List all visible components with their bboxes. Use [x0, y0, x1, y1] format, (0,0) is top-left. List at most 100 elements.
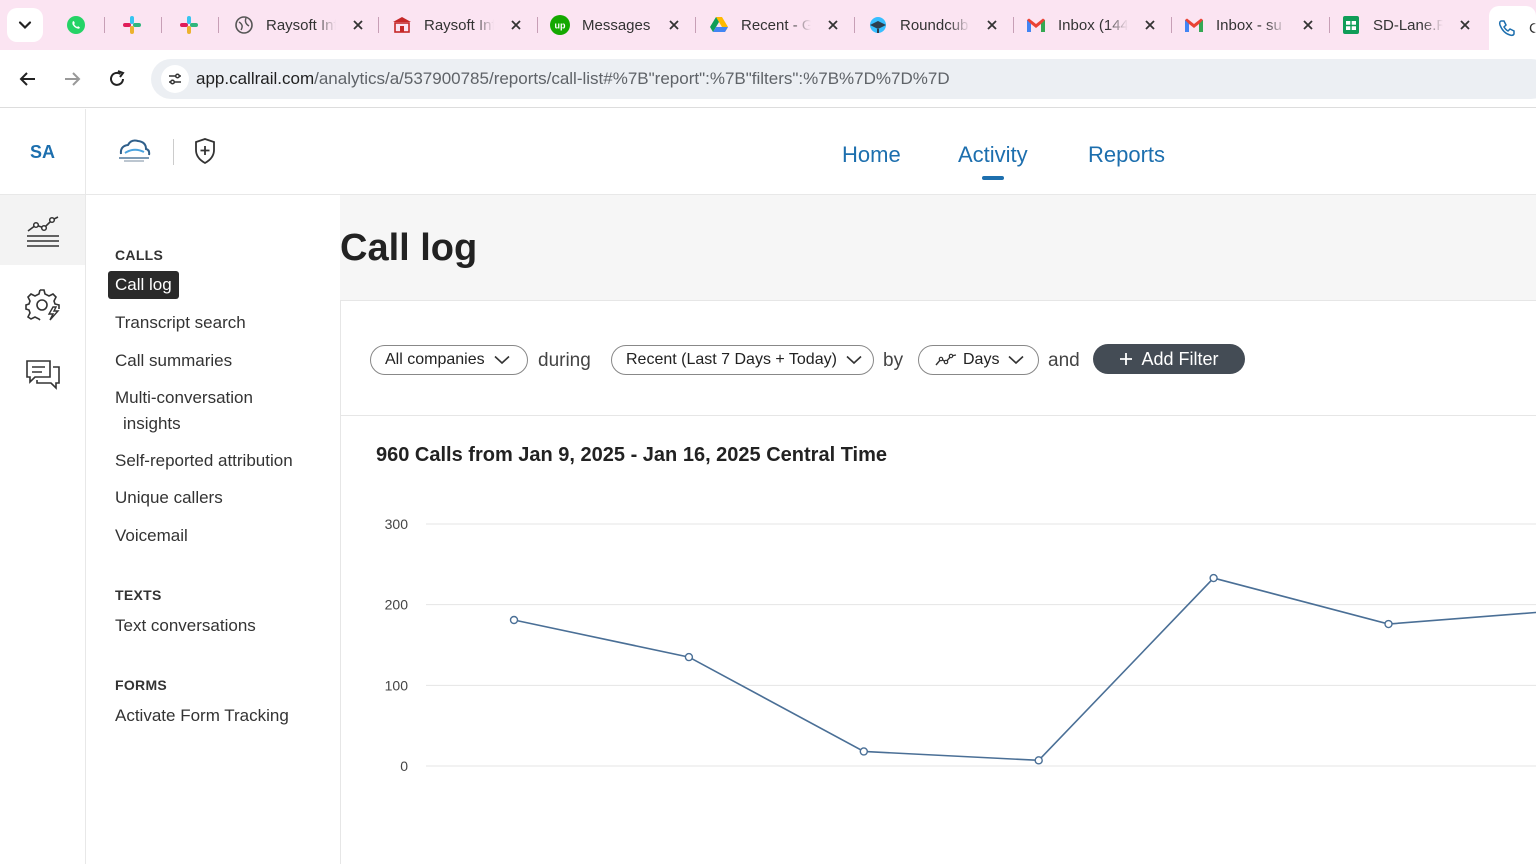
- date-range-select[interactable]: Recent (Last 7 Days + Today): [611, 345, 874, 375]
- arrow-right-icon: [65, 72, 81, 86]
- and-label: and: [1048, 350, 1080, 371]
- company-select[interactable]: All companies: [370, 345, 528, 375]
- subnav-label-line1: Multi-conversation: [115, 388, 253, 407]
- interval-select[interactable]: Days: [918, 345, 1039, 375]
- subnav-call-log[interactable]: Call log: [108, 271, 179, 299]
- browser-tab-active[interactable]: C: [1489, 6, 1536, 50]
- browser-tab[interactable]: Inbox (144: [1018, 8, 1166, 42]
- subnav-activate-form-tracking[interactable]: Activate Form Tracking: [115, 706, 289, 726]
- reload-button[interactable]: [103, 65, 131, 93]
- interval-value: Days: [963, 351, 1000, 368]
- sub-navigation: CALLS Call log Transcript search Call su…: [86, 195, 340, 864]
- chevron-down-icon: [1008, 355, 1024, 365]
- browser-tab[interactable]: Raysoft Inf: [226, 8, 374, 42]
- globe-icon: [234, 15, 254, 35]
- y-tick-label: 100: [385, 677, 409, 693]
- icon-rail: [0, 195, 86, 864]
- page-title: Call log: [340, 227, 478, 269]
- data-point: [1384, 619, 1393, 629]
- date-range-value: Recent (Last 7 Days + Today): [626, 351, 837, 368]
- site-info-button[interactable]: [161, 65, 189, 93]
- browser-tab-bar: Raysoft Inf Raysoft Inf up Messages Rece…: [0, 0, 1536, 50]
- url-text: app.callrail.com/analytics/a/537900785/r…: [196, 69, 950, 88]
- tab-title: Messages: [582, 16, 651, 34]
- browser-tab[interactable]: [58, 8, 98, 42]
- browser-tab[interactable]: Roundcub: [860, 8, 1008, 42]
- tab-search-button[interactable]: [7, 8, 43, 42]
- close-icon[interactable]: [984, 17, 1000, 33]
- analytics-icon: [26, 216, 59, 247]
- nav-reports[interactable]: Reports: [1088, 142, 1165, 168]
- tab-title: Recent - G: [741, 16, 811, 34]
- address-bar[interactable]: app.callrail.com/analytics/a/537900785/r…: [151, 59, 1536, 99]
- rail-settings[interactable]: [0, 269, 85, 339]
- add-filter-button[interactable]: Add Filter: [1093, 344, 1245, 374]
- chart-title: 960 Calls from Jan 9, 2025 - Jan 16, 202…: [376, 444, 888, 466]
- browser-tab[interactable]: Recent - G: [701, 8, 849, 42]
- data-point: [684, 652, 694, 662]
- subnav-text-conversations[interactable]: Text conversations: [115, 616, 256, 636]
- close-icon[interactable]: [666, 17, 682, 33]
- back-button[interactable]: [14, 65, 42, 93]
- subnav-transcript-search[interactable]: Transcript search: [115, 313, 246, 333]
- gmail-icon: [1184, 15, 1204, 35]
- nav-activity[interactable]: Activity: [958, 142, 1028, 180]
- whatsapp-icon: [66, 15, 86, 35]
- tab-title: Raysoft Inf: [266, 16, 336, 34]
- plus-icon: [1119, 352, 1133, 366]
- app-header: SA Home Activity Reports: [0, 109, 1536, 195]
- callrail-icon: [1497, 18, 1517, 38]
- subnav-call-summaries[interactable]: Call summaries: [115, 351, 232, 371]
- subnav-multi-conversation-insights[interactable]: Multi-conversation insights: [115, 388, 253, 434]
- close-icon[interactable]: [1457, 17, 1473, 33]
- account-initials: SA: [29, 141, 55, 162]
- data-point: [1034, 756, 1043, 765]
- data-point: [509, 615, 519, 625]
- close-icon[interactable]: [1300, 17, 1316, 33]
- y-tick-label: 0: [400, 758, 408, 774]
- slack-icon: [122, 15, 142, 35]
- during-label: during: [538, 350, 591, 371]
- chevron-down-icon: [494, 355, 510, 365]
- subnav-self-reported-attribution[interactable]: Self-reported attribution: [115, 451, 293, 471]
- subnav-voicemail[interactable]: Voicemail: [115, 526, 188, 546]
- main-content: Call log All companies during Recent (La…: [340, 195, 1536, 864]
- nav-home[interactable]: Home: [842, 142, 901, 168]
- shield-plus-icon[interactable]: [192, 137, 218, 165]
- add-filter-label: Add Filter: [1141, 348, 1219, 369]
- roundcube-icon: [868, 15, 888, 35]
- subnav-unique-callers[interactable]: Unique callers: [115, 488, 223, 508]
- gear-bolt-icon: [24, 289, 60, 321]
- gmail-icon: [1026, 15, 1046, 35]
- tab-title: Inbox (144: [1058, 16, 1128, 34]
- account-switcher[interactable]: SA: [0, 109, 86, 195]
- close-icon[interactable]: [508, 17, 524, 33]
- browser-tab[interactable]: SD-Lane.R: [1333, 8, 1481, 42]
- company-logo-icon[interactable]: [116, 137, 152, 165]
- line-chart-icon: [935, 353, 957, 366]
- chat-bubbles-icon: [25, 360, 60, 390]
- rail-conversations[interactable]: [0, 339, 85, 409]
- browser-tab[interactable]: [114, 8, 154, 42]
- close-icon[interactable]: [350, 17, 366, 33]
- reload-icon: [110, 70, 125, 86]
- tab-title: Inbox - su: [1216, 16, 1282, 34]
- data-point: [859, 747, 868, 756]
- rail-analytics[interactable]: [0, 195, 85, 265]
- browser-tab[interactable]: Inbox - su: [1176, 8, 1324, 42]
- y-tick-label: 200: [385, 597, 409, 613]
- svg-text:up: up: [555, 21, 566, 31]
- browser-tab[interactable]: Raysoft Inf: [384, 8, 532, 42]
- forward-button[interactable]: [58, 65, 86, 93]
- tab-title: Roundcub: [900, 16, 969, 34]
- browser-toolbar: app.callrail.com/analytics/a/537900785/r…: [0, 50, 1536, 108]
- section-heading-calls: CALLS: [115, 247, 164, 263]
- close-icon[interactable]: [825, 17, 841, 33]
- tune-icon: [169, 73, 181, 85]
- browser-tab[interactable]: [171, 8, 211, 42]
- section-heading-forms: FORMS: [115, 677, 168, 693]
- section-heading-texts: TEXTS: [115, 587, 162, 603]
- close-icon[interactable]: [1142, 17, 1158, 33]
- arrow-left-icon: [19, 72, 35, 86]
- browser-tab[interactable]: up Messages: [542, 8, 690, 42]
